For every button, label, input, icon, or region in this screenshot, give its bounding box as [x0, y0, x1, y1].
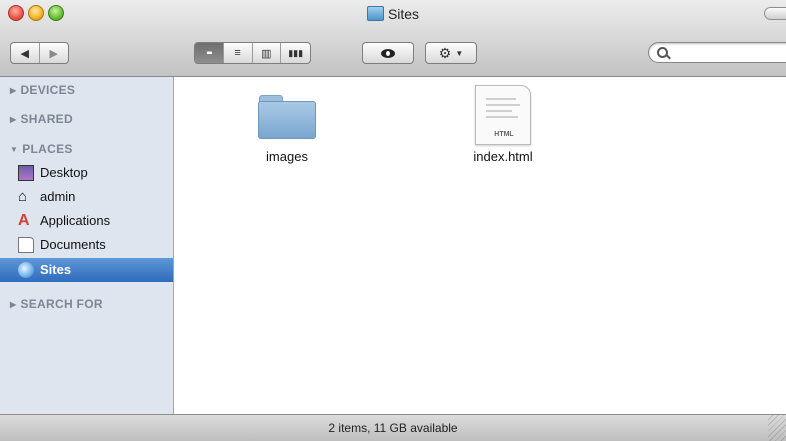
file-browser-content: images HTML index.html: [174, 77, 786, 414]
file-name-index[interactable]: index.html: [458, 149, 548, 164]
sidebar-item-label: admin: [40, 189, 76, 204]
sidebar-item-admin[interactable]: ⌂ admin: [0, 185, 173, 209]
back-arrow-icon: ◀: [20, 47, 29, 60]
folder-icon[interactable]: [258, 95, 316, 139]
forward-arrow-icon: ▶: [49, 47, 58, 60]
disclosure-triangle-icon: ▶: [10, 86, 17, 95]
sidebar-item-documents[interactable]: Documents: [0, 233, 173, 257]
column-view-icon: ▥: [261, 47, 272, 60]
file-name-images[interactable]: images: [247, 149, 327, 164]
forward-button[interactable]: ▶: [40, 43, 68, 63]
eye-icon: [381, 48, 395, 58]
document-page: HTML: [475, 85, 531, 145]
chevron-down-icon: ▼: [455, 48, 464, 58]
sidebar: ▶ DEVICES ▶ SHARED ▼ PLACES Desktop ⌂ admin…: [0, 77, 174, 414]
section-label: PLACES: [22, 142, 73, 156]
section-label: SHARED: [20, 112, 73, 126]
sidebar-item-label: Sites: [40, 262, 72, 277]
search-input[interactable]: [671, 45, 786, 62]
section-label: SEARCH FOR: [20, 297, 103, 311]
sidebar-section-search-for[interactable]: ▶ SEARCH FOR: [10, 297, 103, 311]
view-mode-control: ▪▪ ≡ ▥ ▮▮▮: [194, 42, 311, 64]
sidebar-section-devices[interactable]: ▶ DEVICES: [10, 83, 75, 97]
back-button[interactable]: ◀: [11, 43, 40, 63]
back-forward-control: ◀ ▶: [10, 42, 69, 64]
list-view-button[interactable]: ≡: [224, 43, 253, 63]
sidebar-item-desktop[interactable]: Desktop: [0, 161, 173, 185]
sidebar-section-places[interactable]: ▼ PLACES: [10, 142, 73, 156]
sidebar-item-applications[interactable]: A Applications: [0, 209, 173, 233]
applications-icon: A: [18, 212, 30, 229]
html-badge: HTML: [494, 131, 514, 138]
sidebar-section-shared[interactable]: ▶ SHARED: [10, 112, 73, 126]
text-line: [486, 116, 518, 118]
icon-view-icon: ▪▪: [206, 47, 212, 59]
text-line: [486, 110, 512, 112]
status-bar: 2 items, 11 GB available: [0, 414, 786, 441]
toolbar: Sites ◀ ▶ ▪▪ ≡ ▥ ▮▮▮ ⚙ ▼: [0, 0, 786, 77]
documents-icon: [18, 237, 34, 253]
sites-folder-icon: [366, 6, 384, 21]
search-icon: [657, 47, 668, 58]
finder-window: Sites ◀ ▶ ▪▪ ≡ ▥ ▮▮▮ ⚙ ▼ ▶ DEVICES ▶ SHARED…: [0, 0, 786, 441]
text-line: [486, 98, 516, 100]
disclosure-triangle-icon: ▼: [10, 145, 19, 154]
toolbar-toggle-button[interactable]: [764, 7, 786, 20]
window-title: Sites: [387, 6, 420, 22]
disclosure-triangle-icon: ▶: [10, 115, 17, 124]
resize-grip-icon[interactable]: [768, 415, 786, 441]
list-view-icon: ≡: [234, 47, 241, 59]
sites-icon: [18, 262, 34, 278]
coverflow-view-icon: ▮▮▮: [288, 47, 304, 58]
section-label: DEVICES: [20, 83, 76, 97]
action-menu-button[interactable]: ⚙ ▼: [425, 42, 477, 64]
disclosure-triangle-icon: ▶: [10, 300, 17, 309]
home-icon: ⌂: [18, 188, 28, 205]
gear-icon: ⚙: [438, 44, 452, 61]
sidebar-item-sites[interactable]: Sites: [0, 258, 173, 282]
icon-view-button[interactable]: ▪▪: [195, 43, 224, 63]
html-file-icon[interactable]: HTML: [475, 85, 531, 145]
sidebar-item-label: Documents: [40, 237, 106, 252]
search-field[interactable]: [648, 42, 786, 63]
window-title-area: Sites: [0, 6, 786, 22]
status-text: 2 items, 11 GB available: [328, 421, 458, 435]
sidebar-item-label: Applications: [40, 213, 111, 228]
quick-look-button[interactable]: [362, 42, 414, 64]
text-line: [486, 104, 520, 106]
folder-body: [258, 101, 316, 139]
coverflow-view-button[interactable]: ▮▮▮: [281, 43, 310, 63]
column-view-button[interactable]: ▥: [253, 43, 282, 63]
sidebar-item-label: Desktop: [40, 165, 88, 180]
desktop-icon: [18, 165, 34, 181]
